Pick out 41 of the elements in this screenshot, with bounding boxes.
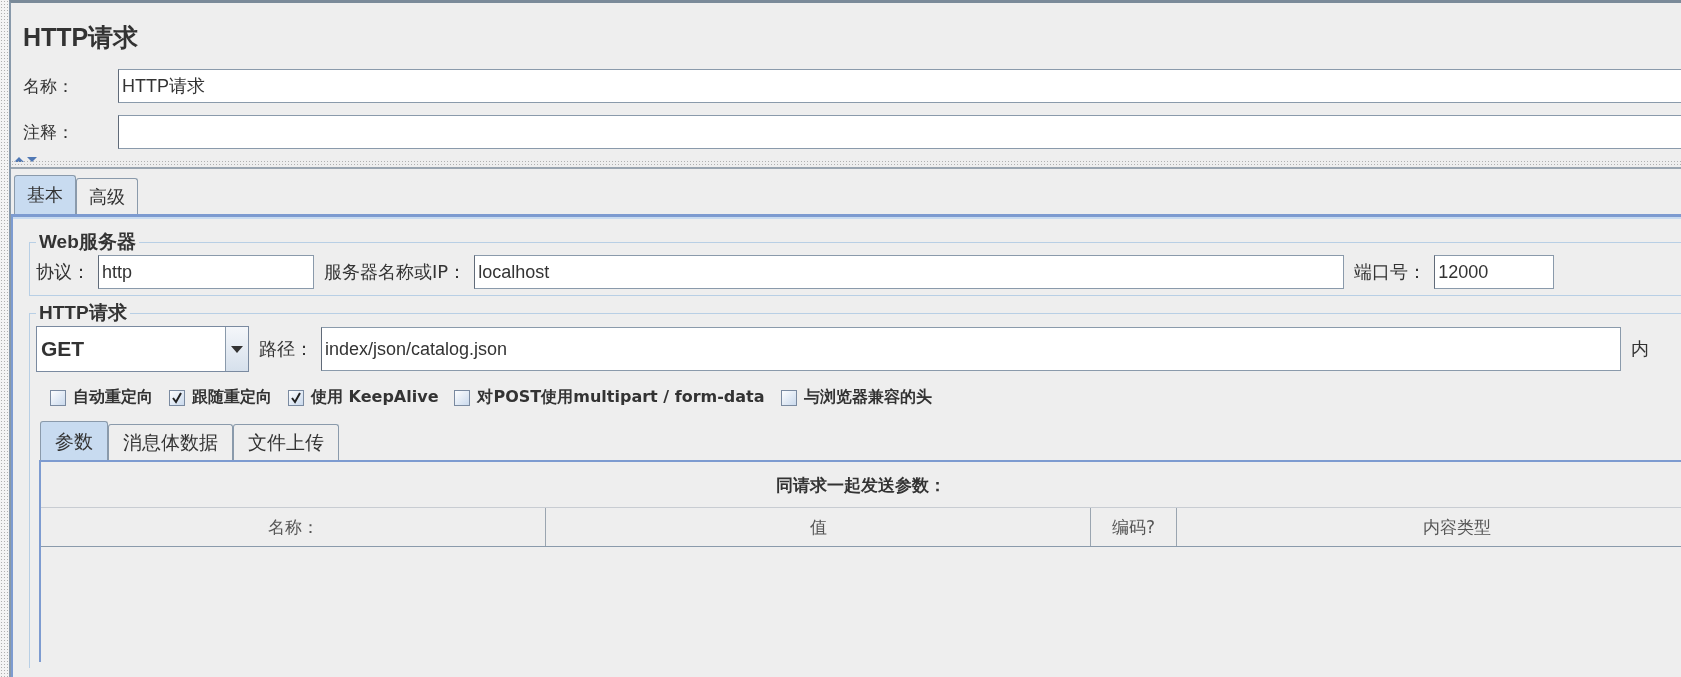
field-label: 内 [1631,337,1649,361]
method-dropdown[interactable]: GET [36,326,249,372]
checkbox[interactable] [169,389,185,406]
checkbox-label: 对POST使用multipart / form-data [477,387,765,408]
tab[interactable]: 参数 [40,421,108,460]
checkbox[interactable] [780,389,797,406]
checkbox[interactable] [50,389,66,406]
checkbox[interactable] [288,389,304,406]
field-label: 名称： [23,74,75,98]
tab[interactable]: 文件上传 [233,424,339,460]
field-label: 端口号： [1354,260,1427,284]
panel-title: HTTP请求 [23,22,140,53]
checkbox-label: 跟随重定向 [192,387,272,408]
input-field[interactable]: http [98,255,314,289]
column-header[interactable]: 值 [546,508,1091,546]
input-field[interactable]: index/json/catalog.json [321,327,1621,371]
group-title: HTTP请求 [38,301,128,325]
table-caption: 同请求一起发送参数： [775,474,947,497]
field-label: 服务器名称或IP： [324,260,467,284]
field-label: 注释： [23,120,75,144]
checkbox-label: 使用 KeepAlive [311,387,439,408]
splitter-bar[interactable] [11,160,1681,169]
tab[interactable]: 基本 [14,175,76,214]
tab[interactable]: 高级 [76,178,138,214]
column-header[interactable]: 名称： [41,508,546,546]
field-label: 协议： [36,260,90,284]
checkbox[interactable] [454,389,471,406]
input-field[interactable]: localhost [474,255,1345,289]
column-header[interactable]: 编码? [1091,508,1177,546]
input-field[interactable]: HTTP请求 [118,69,1681,103]
input-field[interactable]: 12000 [1434,255,1555,289]
tab[interactable]: 消息体数据 [108,424,233,460]
checkbox-label: 与浏览器兼容的头 [803,387,932,408]
group-title: Web服务器 [38,230,137,254]
caret-icon [225,327,248,371]
field-label: 路径： [259,337,313,361]
splitter-bar[interactable] [0,0,9,677]
checkbox-label: 自动重定向 [73,387,153,408]
collapse-arrows-icon[interactable] [13,155,39,163]
column-header[interactable]: 内容类型 [1177,508,1681,546]
input-field[interactable] [118,115,1681,149]
